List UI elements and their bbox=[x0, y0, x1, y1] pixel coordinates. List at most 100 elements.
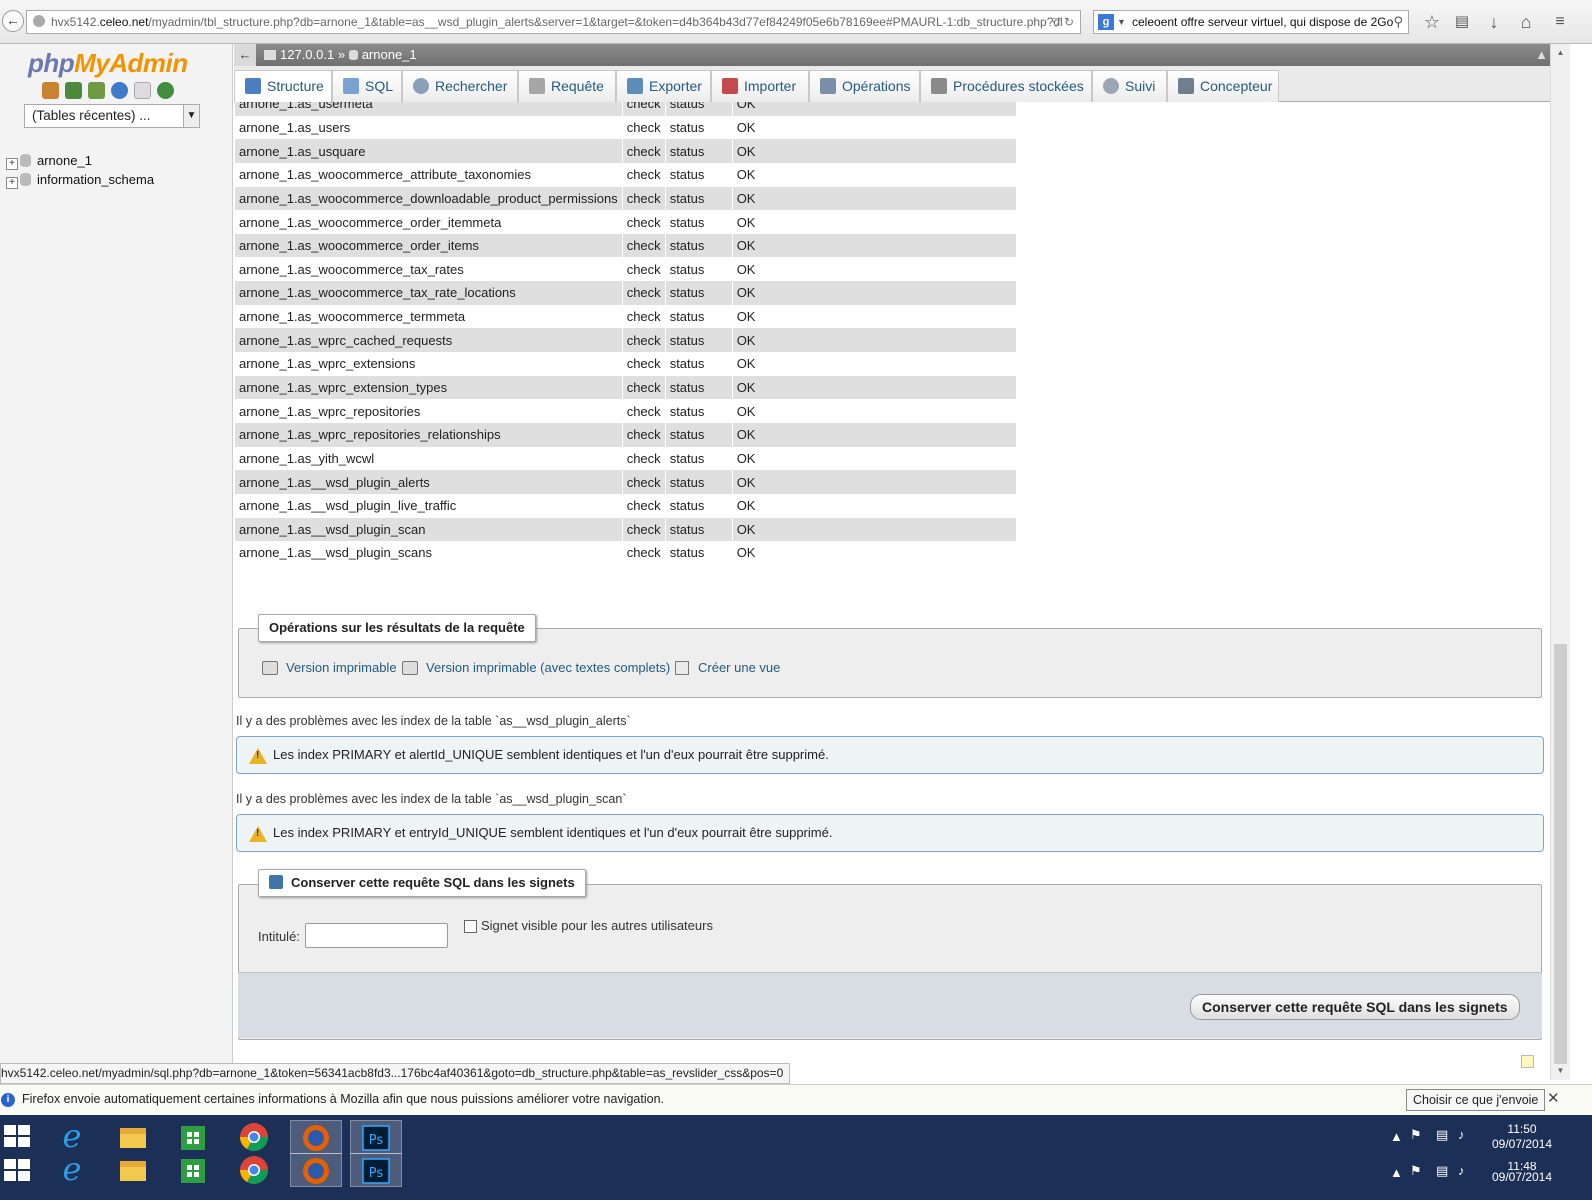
tab-export[interactable]: Exporter bbox=[616, 70, 711, 102]
tab-query[interactable]: Requête bbox=[518, 70, 616, 102]
query-window-icon[interactable] bbox=[88, 82, 105, 99]
chrome-icon[interactable] bbox=[228, 1153, 280, 1187]
db-tree-item[interactable]: + arnone_1 bbox=[6, 152, 92, 170]
operations-legend: Opérations sur les résultats de la requê… bbox=[258, 614, 536, 642]
breadcrumb-server[interactable]: 127.0.0.1 bbox=[280, 47, 334, 62]
chrome-icon[interactable] bbox=[228, 1120, 280, 1154]
tab-routines[interactable]: Procédures stockées bbox=[920, 70, 1092, 102]
windows-start-icon[interactable] bbox=[4, 1125, 30, 1147]
explorer-icon[interactable] bbox=[106, 1120, 158, 1154]
photoshop-icon[interactable]: Ps bbox=[350, 1120, 402, 1154]
chevron-down-icon[interactable]: ▼ bbox=[1117, 11, 1126, 33]
explorer-icon[interactable] bbox=[106, 1153, 158, 1187]
store-icon[interactable] bbox=[166, 1153, 218, 1187]
firefox-icon[interactable] bbox=[290, 1153, 342, 1187]
table-name-cell: arnone_1.as_usquare bbox=[235, 139, 623, 163]
database-icon bbox=[20, 154, 31, 167]
console-icon[interactable] bbox=[1521, 1055, 1534, 1068]
db-name[interactable]: information_schema bbox=[37, 172, 154, 187]
phpmyadmin-logo[interactable]: phpMyAdmin bbox=[28, 48, 188, 79]
home-icon[interactable] bbox=[42, 82, 59, 99]
clock-time: 11:50 bbox=[1507, 1122, 1537, 1136]
clock[interactable]: 11:48 09/07/2014 bbox=[1480, 1162, 1564, 1185]
msg-text-cell: OK bbox=[732, 375, 1017, 400]
bookmark-star-icon[interactable]: ☆ bbox=[1420, 10, 1444, 34]
table-row: arnone_1.as_woocommerce_termmeta check sta… bbox=[235, 304, 1017, 329]
reload-icon[interactable]: ▽ ↻ bbox=[1051, 11, 1074, 33]
expand-icon[interactable]: + bbox=[6, 158, 18, 170]
shared-bookmark-label[interactable]: Signet visible pour les autres utilisate… bbox=[481, 918, 713, 933]
bookmark-legend-text: Conserver cette requête SQL dans les sig… bbox=[291, 875, 575, 890]
table-row: arnone_1.as_users check status OK bbox=[235, 115, 1017, 140]
refresh-icon[interactable] bbox=[157, 82, 174, 99]
tab-label: Opérations bbox=[842, 78, 911, 94]
home-icon[interactable]: ⌂ bbox=[1514, 10, 1538, 34]
msg-type-cell: status bbox=[665, 304, 733, 329]
op-cell: check bbox=[622, 352, 666, 376]
clock[interactable]: 11:50 09/07/2014 bbox=[1480, 1122, 1564, 1152]
chevron-down-icon[interactable]: ▼ bbox=[183, 105, 199, 127]
google-icon[interactable]: g bbox=[1098, 14, 1114, 30]
back-button[interactable]: ← bbox=[2, 10, 24, 32]
volume-icon[interactable]: ♪ bbox=[1458, 1127, 1465, 1142]
shared-bookmark-checkbox[interactable] bbox=[464, 920, 477, 933]
flag-icon[interactable]: ⚑ bbox=[1410, 1163, 1422, 1179]
docs-icon[interactable] bbox=[134, 82, 151, 99]
ie-icon[interactable]: e bbox=[46, 1117, 98, 1155]
close-icon[interactable]: ✕ bbox=[1547, 1089, 1560, 1107]
db-tree-item[interactable]: + information_schema bbox=[6, 171, 154, 189]
msg-type-cell: status bbox=[665, 162, 733, 187]
bookmarks-list-icon[interactable]: ▤ bbox=[1450, 10, 1474, 34]
recent-tables-select[interactable]: (Tables récentes) ... ▼ bbox=[24, 104, 200, 128]
routines-icon bbox=[931, 78, 947, 94]
printable-full-version-link[interactable]: Version imprimable (avec textes complets… bbox=[402, 660, 670, 675]
search-icon[interactable]: ⚲ bbox=[1393, 11, 1403, 33]
download-icon[interactable]: ↓ bbox=[1482, 10, 1506, 34]
scrollbar-thumb[interactable] bbox=[1554, 644, 1567, 1064]
scroll-top-icon[interactable]: ▲ bbox=[1535, 44, 1548, 66]
scroll-up-icon[interactable]: ▲ bbox=[1554, 46, 1567, 60]
network-icon[interactable]: ▤ bbox=[1436, 1127, 1448, 1143]
table-name-cell: arnone_1.as_wprc_repositories_relationsh… bbox=[235, 422, 623, 447]
collapse-nav-icon[interactable]: ← bbox=[234, 44, 256, 66]
store-icon[interactable] bbox=[166, 1120, 218, 1154]
db-name[interactable]: arnone_1 bbox=[37, 153, 92, 168]
logout-icon[interactable] bbox=[65, 82, 82, 99]
url-bar[interactable]: hvx5142.celeo.net/myadmin/tbl_structure.… bbox=[26, 10, 1081, 34]
nav-icon-row bbox=[42, 82, 180, 102]
windows-start-icon[interactable] bbox=[4, 1159, 30, 1181]
show-hidden-icons[interactable]: ▲ bbox=[1390, 1129, 1403, 1144]
breadcrumb-database[interactable]: arnone_1 bbox=[362, 47, 417, 62]
clock-time: 11:48 bbox=[1507, 1162, 1537, 1170]
op-cell: check bbox=[622, 304, 666, 329]
save-bookmark-button[interactable]: Conserver cette requête SQL dans les sig… bbox=[1190, 994, 1520, 1020]
show-hidden-icons[interactable]: ▲ bbox=[1390, 1165, 1403, 1180]
volume-icon[interactable]: ♪ bbox=[1458, 1163, 1465, 1178]
search-bar[interactable]: g ▼ celeoent offre serveur virtuel, qui … bbox=[1093, 10, 1409, 34]
msg-type-cell: status bbox=[665, 186, 733, 211]
expand-icon[interactable]: + bbox=[6, 177, 18, 189]
scroll-down-icon[interactable]: ▼ bbox=[1554, 1064, 1567, 1078]
tab-structure[interactable]: Structure bbox=[234, 70, 332, 102]
flag-icon[interactable]: ⚑ bbox=[1410, 1127, 1422, 1143]
vertical-scrollbar[interactable]: ▲ ▼ bbox=[1550, 44, 1570, 1080]
create-view-link[interactable]: Créer une vue bbox=[675, 660, 780, 675]
choose-data-button[interactable]: Choisir ce que j'envoie bbox=[1406, 1089, 1546, 1111]
tab-sql[interactable]: SQL bbox=[332, 70, 402, 102]
tab-tracking[interactable]: Suivi bbox=[1092, 70, 1167, 102]
browser-toolbar: ← hvx5142.celeo.net/myadmin/tbl_structur… bbox=[0, 0, 1592, 44]
bookmark-label-input[interactable] bbox=[305, 923, 448, 948]
url-prefix: hvx5142. bbox=[51, 15, 100, 29]
tab-import[interactable]: Importer bbox=[711, 70, 809, 102]
msg-type-cell: status bbox=[665, 493, 733, 518]
help-icon[interactable] bbox=[111, 82, 128, 99]
menu-icon[interactable]: ≡ bbox=[1548, 10, 1572, 34]
photoshop-icon[interactable]: Ps bbox=[350, 1153, 402, 1187]
ie-icon[interactable]: e bbox=[46, 1150, 98, 1188]
network-icon[interactable]: ▤ bbox=[1436, 1163, 1448, 1179]
tab-operations[interactable]: Opérations bbox=[809, 70, 920, 102]
tab-search[interactable]: Rechercher bbox=[402, 70, 518, 102]
printable-version-link[interactable]: Version imprimable bbox=[262, 660, 397, 675]
firefox-icon[interactable] bbox=[290, 1120, 342, 1154]
tab-designer[interactable]: Concepteur bbox=[1167, 70, 1279, 102]
